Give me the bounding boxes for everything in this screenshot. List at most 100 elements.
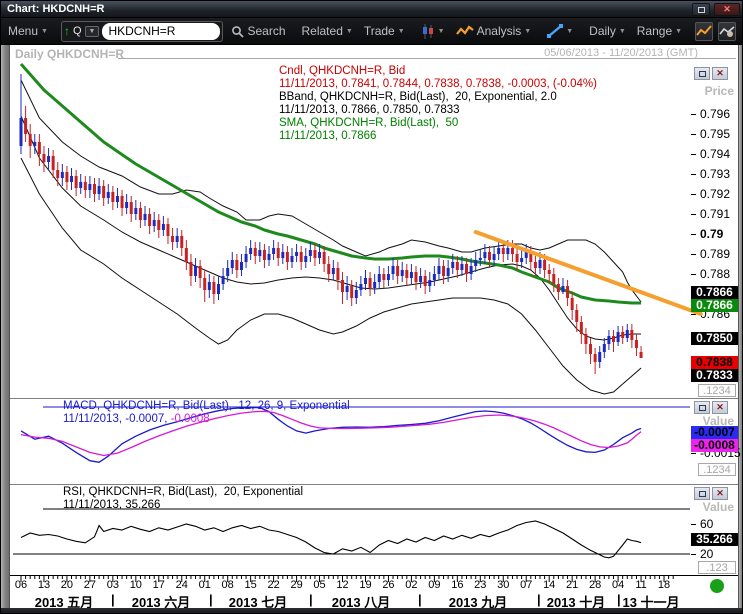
- candle-body: [276, 248, 280, 258]
- candle-body: [414, 272, 418, 282]
- candle-body: [97, 186, 101, 194]
- candle-body: [639, 352, 643, 358]
- candle-body: [148, 214, 152, 226]
- chevron-down-icon: ▼: [397, 27, 405, 35]
- candle-body: [189, 262, 193, 276]
- candle-body: [244, 254, 248, 262]
- candle-body: [138, 208, 142, 220]
- price-legend-line-2: 11/11/2013, 0.7841, 0.7844, 0.7838, 0.78…: [279, 78, 597, 90]
- symbol-type-dropdown[interactable]: ▼: [84, 25, 100, 37]
- rsi-badge: 35.266: [691, 533, 738, 546]
- chart-pan-button[interactable]: [718, 21, 737, 41]
- candle-body: [455, 262, 459, 270]
- candle-body: [120, 196, 124, 208]
- search-button[interactable]: Search: [228, 22, 288, 40]
- candle-body: [634, 340, 638, 348]
- candle-body: [377, 274, 381, 282]
- candle-body: [281, 252, 285, 258]
- chart-client-area: Daily QHKDCNH=R 05/06/2013 - 11/20/2013 …: [1, 45, 742, 610]
- candle-body: [446, 268, 450, 276]
- candle-body: [423, 276, 427, 286]
- candle-body: [561, 286, 565, 292]
- candle-body: [341, 280, 345, 292]
- candle-body: [152, 220, 156, 226]
- candle-body: [602, 344, 606, 352]
- candle-body: [492, 254, 496, 260]
- window-close-button[interactable]: ✕: [714, 3, 740, 16]
- price-badge: 0.7866: [691, 299, 738, 312]
- candle-body: [589, 344, 593, 354]
- candle-body: [70, 176, 74, 182]
- chart-hand-icon: [719, 25, 735, 37]
- candle-body: [180, 236, 184, 248]
- candle-body: [24, 118, 28, 134]
- window-restore-button[interactable]: [692, 3, 710, 16]
- candle-body: [570, 298, 574, 310]
- candle-body: [216, 284, 220, 294]
- candle-body: [616, 332, 620, 342]
- menu-button[interactable]: Menu ▼: [5, 22, 51, 40]
- candle-body: [272, 248, 276, 254]
- candle-body: [630, 330, 634, 340]
- trendline-annotation: [473, 230, 703, 316]
- candle-body: [28, 134, 32, 146]
- price-badge: 0.7833: [691, 369, 738, 382]
- draw-line-button[interactable]: ▼: [544, 22, 576, 40]
- candle-body: [363, 278, 367, 284]
- candle-body: [336, 268, 340, 280]
- candle-body: [235, 260, 239, 270]
- candle-body: [533, 262, 537, 268]
- candle-body: [373, 282, 377, 288]
- candle-body: [308, 250, 312, 256]
- symbol-input[interactable]: [102, 22, 221, 40]
- title-bar[interactable]: Chart: HKDCNH=R ✕: [1, 1, 742, 18]
- analysis-menu[interactable]: Analysis ▼: [453, 22, 535, 40]
- window-title: Chart: HKDCNH=R: [7, 3, 105, 15]
- candle-body: [547, 270, 551, 274]
- candle-body: [327, 264, 331, 274]
- candle-body: [161, 224, 165, 230]
- chevron-down-icon: ▼: [345, 27, 353, 35]
- macd-legend-line-2: 11/11/2013, -0.0007, -0.0008: [63, 413, 210, 425]
- candle-body: [129, 202, 133, 214]
- price-legend-line-6: 11/11/2013, 0.7866: [279, 130, 377, 142]
- price-legend-line-4: 11/11/2013, 0.7866, 0.7850, 0.7833: [279, 104, 460, 116]
- chevron-down-icon: ▼: [524, 27, 532, 35]
- candle-body: [506, 248, 510, 254]
- candle-body: [515, 254, 519, 262]
- candle-body: [405, 270, 409, 278]
- candle-body: [111, 192, 115, 202]
- candle-body: [33, 142, 37, 146]
- window-bottom-border: [1, 608, 742, 613]
- range-menu[interactable]: Range ▼: [634, 22, 685, 40]
- candle-body: [258, 250, 262, 256]
- related-menu[interactable]: Related ▼: [299, 22, 356, 40]
- candle-body: [230, 260, 234, 268]
- candle-body: [19, 118, 23, 146]
- candle-body: [442, 266, 446, 276]
- chart-type-button[interactable]: ▼: [418, 22, 448, 41]
- candle-body: [134, 208, 138, 214]
- search-icon: [232, 25, 245, 38]
- candle-body: [552, 274, 556, 284]
- symbol-group: ↑ Q ▼: [60, 20, 224, 42]
- candle-body: [538, 260, 542, 268]
- candle-body: [166, 224, 170, 236]
- macd-signal-value: -0.0008: [170, 413, 210, 425]
- candle-body: [83, 182, 87, 190]
- candle-body: [386, 274, 390, 280]
- candle-body: [520, 258, 524, 262]
- candle-body: [304, 256, 308, 262]
- candle-body: [382, 274, 386, 280]
- candle-body: [106, 192, 110, 198]
- candle-body: [56, 170, 60, 178]
- trade-menu[interactable]: Trade ▼: [361, 22, 408, 40]
- line-chart-button[interactable]: [695, 21, 714, 41]
- rsi-legend-line-2: 11/11/2013, 35.266: [63, 499, 161, 511]
- candle-body: [350, 286, 354, 298]
- candle-body: [198, 266, 202, 278]
- chevron-down-icon: ▼: [41, 27, 48, 35]
- candle-body: [625, 330, 629, 338]
- candle-body: [487, 252, 491, 260]
- interval-menu[interactable]: Daily ▼: [586, 22, 629, 40]
